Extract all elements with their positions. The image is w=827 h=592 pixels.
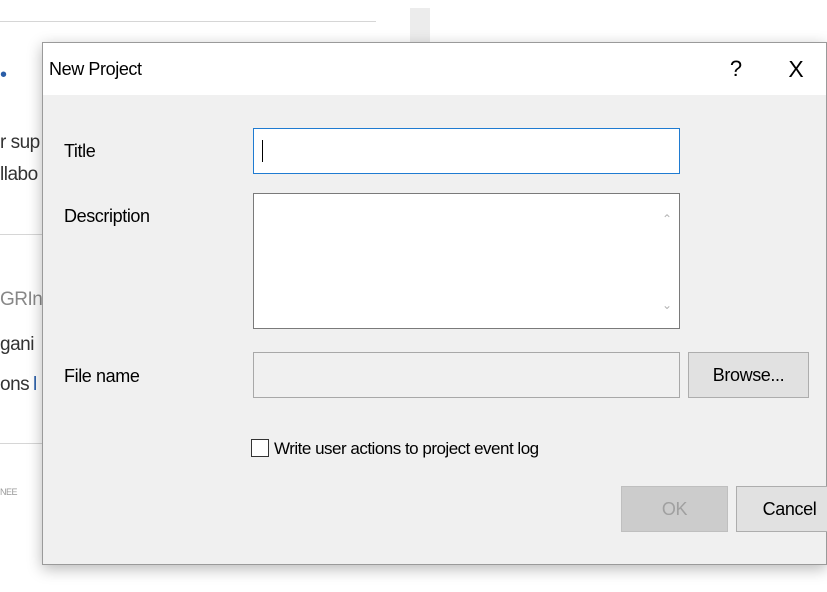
title-label: Title (64, 141, 96, 161)
background-panel (410, 8, 430, 44)
title-field[interactable] (253, 128, 680, 174)
description-textarea[interactable]: ⌃ ⌄ (253, 193, 680, 329)
ok-button: OK (621, 486, 728, 532)
browse-button[interactable]: Browse... (688, 352, 809, 398)
background-text: r sup (0, 132, 40, 153)
background-text: NEE (0, 487, 18, 497)
divider (0, 234, 42, 235)
event-log-checkbox[interactable] (251, 439, 269, 457)
new-project-dialog: New Project ? X Title Description ⌃ ⌄ Fi… (42, 42, 827, 565)
description-label: Description (64, 206, 150, 226)
chevron-up-icon[interactable]: ⌃ (662, 212, 672, 226)
cancel-button[interactable]: Cancel (736, 486, 827, 532)
filename-label: File name (64, 366, 140, 386)
title-input[interactable] (254, 129, 679, 173)
event-log-checkbox-label[interactable]: Write user actions to project event log (274, 439, 539, 459)
chevron-down-icon[interactable]: ⌄ (662, 298, 672, 312)
background-text: llabo (0, 164, 38, 185)
bullet-icon: • (0, 64, 8, 86)
text-caret (262, 140, 263, 162)
background-text: gani (0, 334, 34, 355)
background-link[interactable]: l (33, 374, 37, 396)
dialog-titlebar[interactable]: New Project ? X (43, 43, 826, 95)
help-button[interactable]: ? (720, 56, 752, 82)
close-button[interactable]: X (780, 56, 812, 83)
dialog-title: New Project (49, 59, 142, 79)
filename-input (253, 352, 680, 398)
background-text: GRIn (0, 289, 43, 310)
divider (0, 21, 376, 22)
divider (0, 443, 42, 444)
background-text: ons (0, 374, 30, 395)
